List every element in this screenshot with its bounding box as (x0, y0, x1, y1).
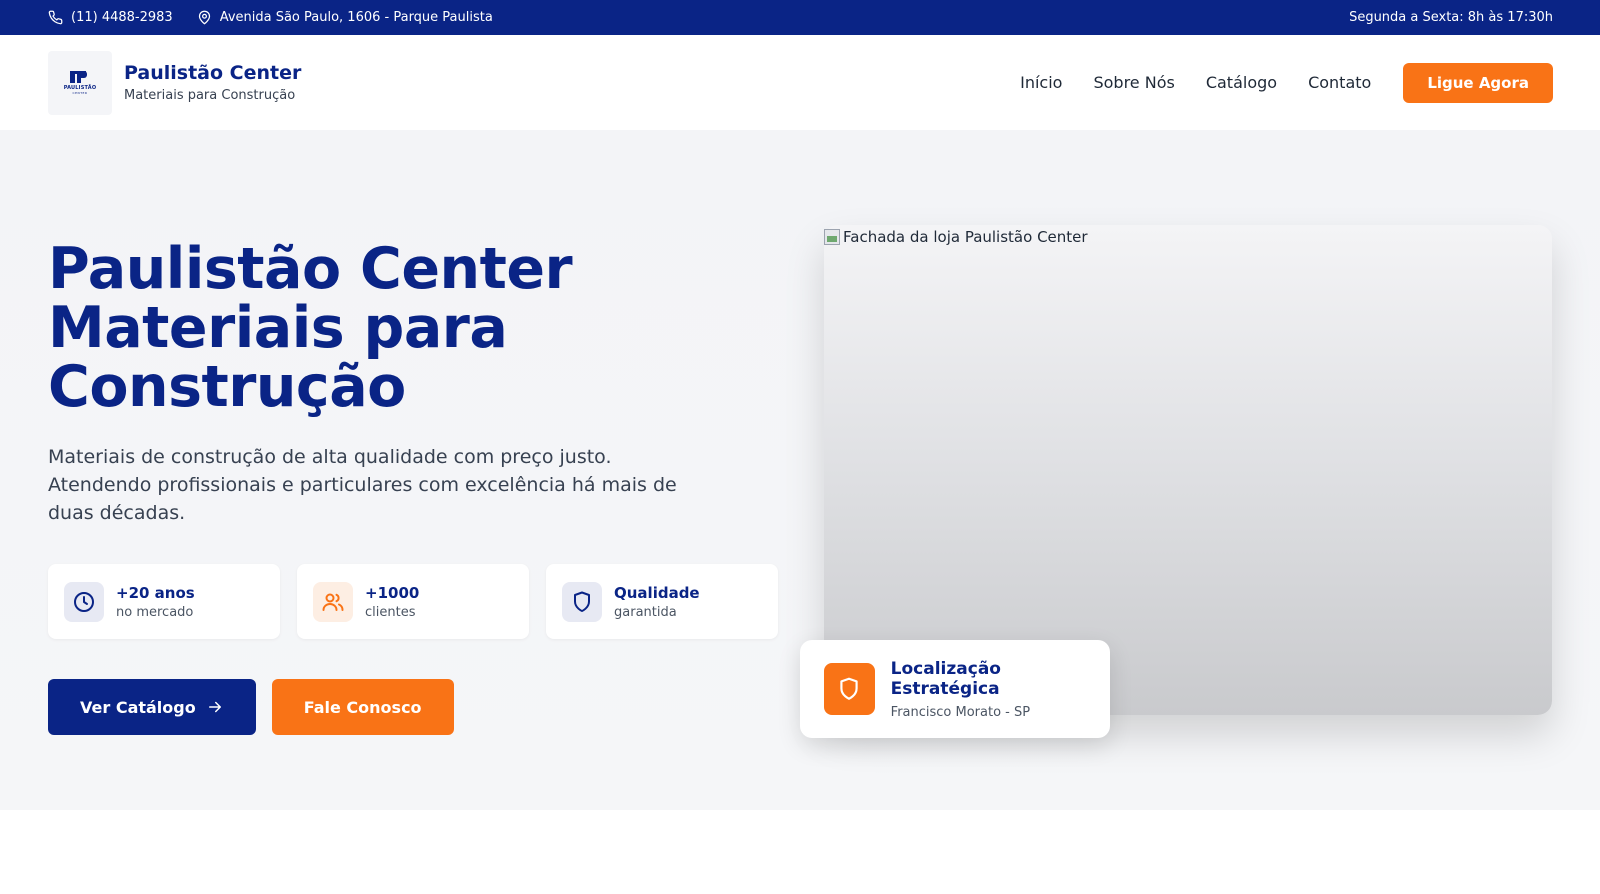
stat-label: clientes (365, 604, 416, 620)
hero-title-line-3: Construção (48, 354, 406, 420)
map-pin-icon (198, 10, 210, 25)
location-card: Localização Estratégica Francisco Morato… (800, 640, 1110, 738)
brand-subtitle: Materiais para Construção (124, 87, 296, 103)
view-catalog-button[interactable]: Ver Catálogo (48, 679, 256, 735)
stat-value: Qualidade (614, 583, 700, 602)
next-section (0, 810, 1600, 894)
nav-item-catalogo[interactable]: Catálogo (1206, 73, 1277, 92)
hero-description: Materiais de construção de alta qualidad… (48, 446, 677, 524)
hero-title-line-1: Paulistão Center (48, 236, 573, 302)
main-nav: Início Sobre Nós Catálogo Contato Ligue … (1020, 62, 1553, 103)
users-icon (313, 581, 353, 622)
clock-icon (64, 581, 104, 622)
hero-section: Paulistão Center Materiais para Construç… (0, 130, 1600, 810)
shield-icon (824, 663, 875, 715)
stat-label: garantida (614, 604, 677, 620)
stat-card-years: +20 anos no mercado (48, 564, 280, 639)
stat-card-clients: +1000 clientes (297, 564, 529, 639)
phone-icon (48, 10, 63, 25)
nav-item-inicio[interactable]: Início (1020, 73, 1062, 92)
topbar-address: Avenida São Paulo, 1606 - Parque Paulist… (197, 10, 493, 25)
image-alt-text: Fachada da loja Paulistão Center (824, 228, 1088, 246)
topbar-hours: Segunda a Sexta: 8h às 17:30h (1349, 10, 1553, 25)
view-catalog-label: Ver Catálogo (80, 697, 196, 717)
contact-us-button[interactable]: Fale Conosco (271, 679, 454, 735)
logo-subtext: CENTER (72, 90, 88, 95)
hero-content: Paulistão Center Materiais para Construç… (48, 240, 778, 735)
image-alt-label: Fachada da loja Paulistão Center (843, 228, 1088, 246)
hero-title: Paulistão Center Materiais para Construç… (48, 240, 778, 417)
shield-icon (562, 581, 602, 622)
top-info-bar: (11) 4488-2983 Avenida São Paulo, 1606 -… (0, 0, 1600, 35)
topbar-hours-text: Segunda a Sexta: 8h às 17:30h (1349, 10, 1553, 25)
hero-title-line-2: Materiais para (48, 295, 508, 361)
stat-label: no mercado (116, 604, 194, 620)
location-title: Localização Estratégica (890, 658, 1001, 699)
hero-ctas: Ver Catálogo Fale Conosco (48, 679, 778, 735)
topbar-address-text: Avenida São Paulo, 1606 - Parque Paulist… (219, 10, 493, 25)
brand-logo: PAULISTÃO CENTER (48, 50, 112, 115)
broken-image-icon (824, 229, 840, 245)
brand[interactable]: PAULISTÃO CENTER Paulistão Center Materi… (48, 50, 302, 115)
brand-title: Paulistão Center (124, 62, 302, 85)
topbar-phone-text: (11) 4488-2983 (71, 10, 173, 25)
location-subtitle: Francisco Morato - SP (890, 704, 1031, 720)
nav-item-contato[interactable]: Contato (1308, 73, 1371, 92)
stat-card-quality: Qualidade garantida (546, 564, 778, 639)
nav-item-sobre-nos[interactable]: Sobre Nós (1093, 73, 1174, 92)
arrow-right-icon (208, 701, 221, 713)
site-header: PAULISTÃO CENTER Paulistão Center Materi… (0, 35, 1600, 130)
logo-mark-icon (70, 70, 90, 83)
topbar-phone[interactable]: (11) 4488-2983 (48, 10, 173, 25)
stat-value: +1000 (365, 583, 420, 602)
call-now-button[interactable]: Ligue Agora (1403, 62, 1553, 103)
stat-value: +20 anos (116, 583, 195, 602)
stats-row: +20 anos no mercado +1000 clientes Quali… (48, 564, 778, 639)
